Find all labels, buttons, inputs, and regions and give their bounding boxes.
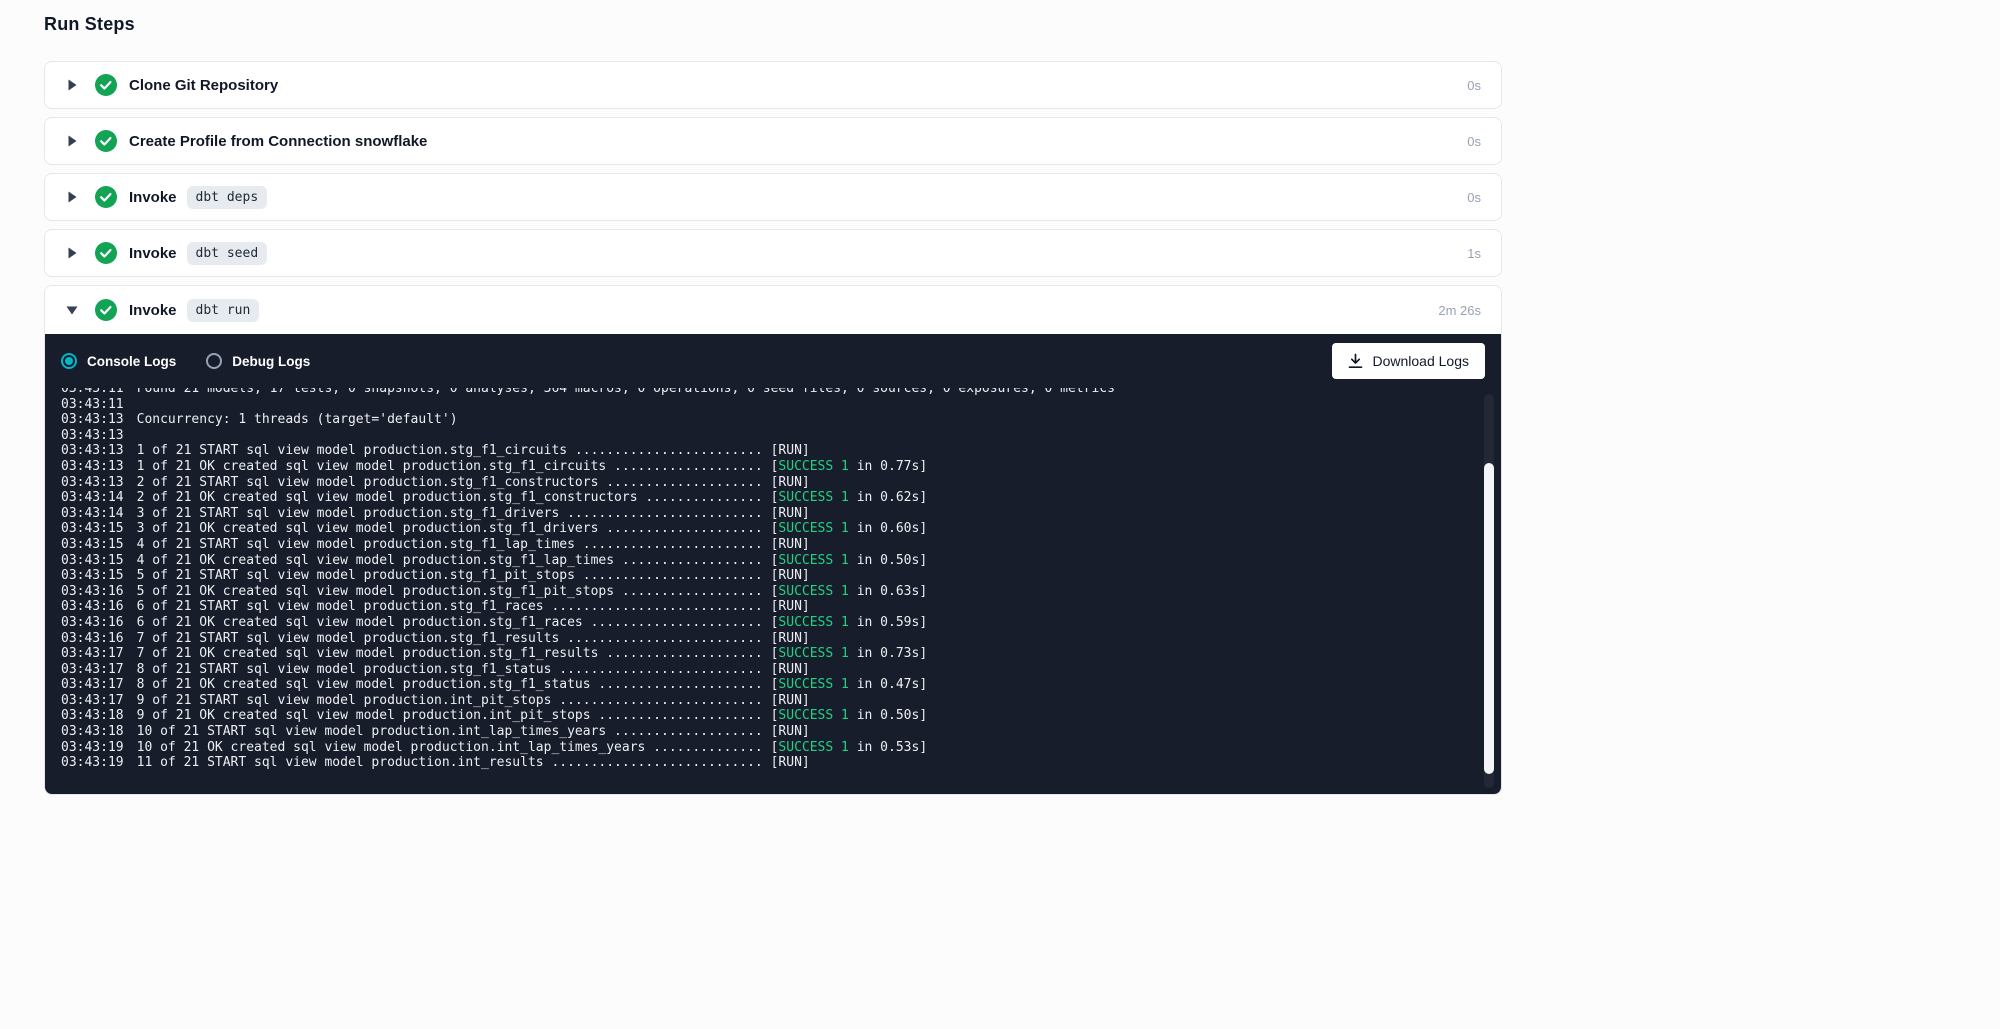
log-line: 03:43:178 of 21 START sql view model pro…	[61, 662, 1473, 678]
step-command-code: dbt seed	[187, 242, 268, 265]
log-line: 03:43:154 of 21 OK created sql view mode…	[61, 553, 1473, 569]
console-header: Console Logs Debug Logs Download Logs	[45, 334, 1501, 388]
radio-console-logs-label[interactable]: Console Logs	[87, 354, 176, 369]
step-label: Clone Git Repository	[129, 77, 278, 94]
log-line: 03:43:1810 of 21 START sql view model pr…	[61, 724, 1473, 740]
step-label: Invoke	[129, 189, 177, 206]
log-line: 03:43:131 of 21 OK created sql view mode…	[61, 459, 1473, 475]
log-line: 03:43:178 of 21 OK created sql view mode…	[61, 677, 1473, 693]
console-log-viewport[interactable]: 03:43:11Found 21 models, 17 tests, 0 sna…	[45, 388, 1501, 794]
step-duration: 0s	[1467, 134, 1481, 149]
log-line: 03:43:177 of 21 OK created sql view mode…	[61, 646, 1473, 662]
log-line: 03:43:1910 of 21 OK created sql view mod…	[61, 740, 1473, 756]
log-line: 03:43:155 of 21 START sql view model pro…	[61, 568, 1473, 584]
step-duration: 0s	[1467, 78, 1481, 93]
step-label: Invoke	[129, 245, 177, 262]
log-line: 03:43:143 of 21 START sql view model pro…	[61, 506, 1473, 522]
step-row-invoke-dbt-seed[interactable]: Invoke dbt seed 1s	[44, 229, 1502, 277]
download-logs-label: Download Logs	[1372, 353, 1469, 369]
success-check-icon	[95, 299, 117, 321]
step-row-invoke-dbt-run[interactable]: Invoke dbt run 2m 26s	[45, 286, 1501, 334]
log-line: 03:43:166 of 21 OK created sql view mode…	[61, 615, 1473, 631]
log-line: 03:43:165 of 21 OK created sql view mode…	[61, 584, 1473, 600]
log-line: 03:43:131 of 21 START sql view model pro…	[61, 443, 1473, 459]
step-row-clone-git-repository[interactable]: Clone Git Repository 0s	[44, 61, 1502, 109]
radio-debug-logs-label[interactable]: Debug Logs	[232, 354, 310, 369]
chevron-right-icon[interactable]	[65, 134, 79, 148]
log-line: 03:43:153 of 21 OK created sql view mode…	[61, 521, 1473, 537]
step-row-invoke-dbt-deps[interactable]: Invoke dbt deps 0s	[44, 173, 1502, 221]
console-panel: Console Logs Debug Logs Download Logs 03…	[45, 334, 1501, 794]
chevron-right-icon[interactable]	[65, 190, 79, 204]
chevron-right-icon[interactable]	[65, 78, 79, 92]
success-check-icon	[95, 130, 117, 152]
page-title: Run Steps	[44, 14, 1502, 35]
step-command-code: dbt deps	[187, 186, 268, 209]
chevron-right-icon[interactable]	[65, 246, 79, 260]
success-check-icon	[95, 186, 117, 208]
step-label: Invoke	[129, 302, 177, 319]
radio-console-logs[interactable]: Console Logs	[61, 353, 176, 369]
console-scrollbar-thumb[interactable]	[1484, 463, 1494, 774]
log-line: 03:43:13Concurrency: 1 threads (target='…	[61, 412, 1473, 428]
log-line: 03:43:167 of 21 START sql view model pro…	[61, 631, 1473, 647]
success-check-icon	[95, 74, 117, 96]
log-line: 03:43:13	[61, 428, 1473, 444]
step-card-invoke-dbt-run-expanded: Invoke dbt run 2m 26s Console Logs Debug…	[44, 285, 1502, 795]
radio-unselected-icon[interactable]	[206, 353, 222, 369]
log-line: 03:43:189 of 21 OK created sql view mode…	[61, 708, 1473, 724]
chevron-down-icon[interactable]	[65, 305, 79, 316]
step-duration: 0s	[1467, 190, 1481, 205]
log-line: 03:43:1911 of 21 START sql view model pr…	[61, 755, 1473, 771]
radio-debug-logs[interactable]: Debug Logs	[206, 353, 310, 369]
console-log-lines: 03:43:11Found 21 models, 17 tests, 0 sna…	[61, 388, 1473, 771]
run-steps-page: Run Steps Clone Git Repository 0s Create…	[44, 0, 1502, 795]
download-icon	[1348, 353, 1363, 369]
log-line: 03:43:11Found 21 models, 17 tests, 0 sna…	[61, 388, 1473, 397]
step-duration: 2m 26s	[1438, 303, 1481, 318]
log-line: 03:43:179 of 21 START sql view model pro…	[61, 693, 1473, 709]
step-command-code: dbt run	[187, 299, 260, 322]
log-line: 03:43:132 of 21 START sql view model pro…	[61, 475, 1473, 491]
success-check-icon	[95, 242, 117, 264]
step-row-create-profile[interactable]: Create Profile from Connection snowflake…	[44, 117, 1502, 165]
log-line: 03:43:142 of 21 OK created sql view mode…	[61, 490, 1473, 506]
radio-selected-icon[interactable]	[61, 353, 77, 369]
log-line: 03:43:154 of 21 START sql view model pro…	[61, 537, 1473, 553]
log-line: 03:43:166 of 21 START sql view model pro…	[61, 599, 1473, 615]
download-logs-button[interactable]: Download Logs	[1332, 343, 1485, 379]
console-scrollbar-track[interactable]	[1484, 394, 1494, 788]
step-duration: 1s	[1467, 246, 1481, 261]
log-line: 03:43:11	[61, 397, 1473, 413]
step-label: Create Profile from Connection snowflake	[129, 133, 427, 150]
